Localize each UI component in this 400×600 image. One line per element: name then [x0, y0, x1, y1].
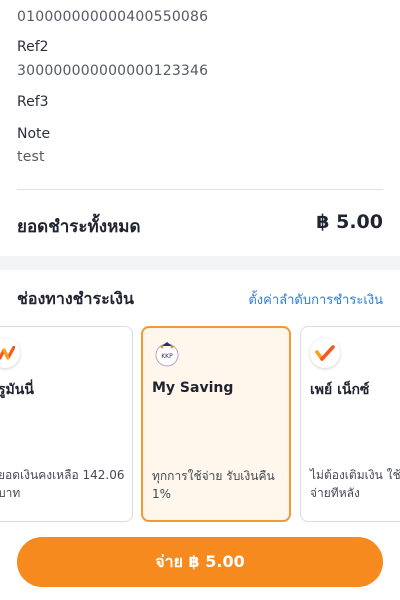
card-description: ไม่ต้องเติมเงิน ใช้ก่อน จ่ายทีหลัง [310, 468, 400, 500]
kkp-logo-icon: KKP [152, 339, 182, 369]
paynext-logo-icon [310, 338, 340, 368]
payment-card-my-saving[interactable]: KKP My Saving ทุกการใช้จ่าย รับเงินคืน 1… [141, 326, 291, 522]
payment-card-truemoney[interactable]: รูมันนี่ ยอดเงินคงเหลือ 142.06 บาท [0, 326, 133, 522]
card-name: รูมันนี่ [0, 382, 34, 398]
payment-card-paynext[interactable]: เพย์ เน็กซ์ ไม่ต้องเติมเงิน ใช้ก่อน จ่าย… [300, 326, 400, 522]
total-amount: ฿ 5.00 [316, 211, 383, 233]
divider [17, 189, 383, 190]
note-label: Note [17, 126, 51, 142]
card-description: ทุกการใช้จ่าย รับเงินคืน 1% [152, 469, 275, 501]
ref1-value: 010000000000400550086 [17, 9, 209, 25]
ref2-label: Ref2 [17, 39, 49, 55]
payment-order-settings-link[interactable]: ตั้งค่าลำดับการชำระเงิน [248, 289, 383, 310]
truemoney-logo-icon [0, 338, 20, 368]
ref3-label: Ref3 [17, 94, 49, 110]
payment-channel-title: ช่องทางชำระเงิน [17, 289, 134, 308]
payment-method-carousel[interactable]: รูมันนี่ ยอดเงินคงเหลือ 142.06 บาท KKP M… [0, 326, 400, 522]
card-name: เพย์ เน็กซ์ [310, 382, 370, 398]
total-label: ยอดชำระทั้งหมด [17, 217, 141, 237]
bill-details-card: 010000000000400550086 Ref2 3000000000000… [0, 0, 400, 256]
pay-button[interactable]: จ่าย ฿ 5.00 [17, 537, 383, 587]
card-description: ยอดเงินคงเหลือ 142.06 บาท [0, 468, 125, 500]
ref2-value: 300000000000000123346 [17, 63, 209, 79]
svg-text:KKP: KKP [161, 353, 173, 360]
note-value: test [17, 149, 45, 165]
card-name: My Saving [152, 380, 234, 396]
